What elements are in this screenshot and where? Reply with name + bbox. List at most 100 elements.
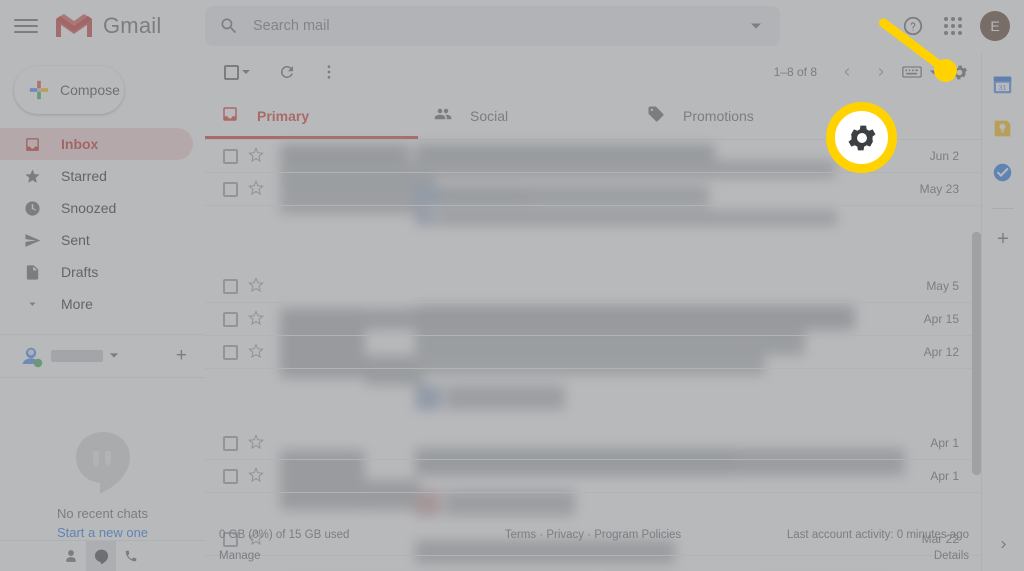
sidebar-item-label: More <box>61 296 93 312</box>
sidebar-item-starred[interactable]: Starred <box>0 160 193 192</box>
row-checkbox[interactable] <box>223 181 238 197</box>
mail-list-scrollbar[interactable] <box>972 232 981 475</box>
side-panel: 31 + <box>981 52 1024 571</box>
chevron-right-icon[interactable] <box>865 56 897 88</box>
tab-promotions[interactable]: Promotions <box>631 92 844 139</box>
tab-social[interactable]: Social <box>418 92 631 139</box>
manage-link[interactable]: Manage <box>219 550 349 562</box>
chat-bottom-bar <box>0 540 205 571</box>
row-checkbox[interactable] <box>223 435 238 451</box>
clock-icon <box>22 198 42 218</box>
chevron-down-icon[interactable] <box>242 70 250 74</box>
contacts-icon[interactable] <box>56 541 86 571</box>
mail-date: May 5 <box>926 279 959 293</box>
start-new-chat-link[interactable]: Start a new one <box>57 525 148 540</box>
chat-empty-title: No recent chats <box>56 506 149 521</box>
details-link[interactable]: Details <box>787 550 969 562</box>
star-icon[interactable] <box>248 467 266 485</box>
plus-icon <box>29 80 49 100</box>
compose-button[interactable]: Compose <box>14 66 124 114</box>
mail-date: Apr 1 <box>930 436 959 450</box>
table-row-spacer <box>205 493 981 523</box>
sidebar-item-snoozed[interactable]: Snoozed <box>0 192 193 224</box>
search-icon <box>219 16 239 36</box>
document-icon <box>22 262 42 282</box>
table-row[interactable]: Apr 1 <box>205 460 981 493</box>
inbox-icon <box>221 105 239 126</box>
mail-date: Apr 15 <box>923 312 959 326</box>
refresh-icon[interactable] <box>271 56 303 88</box>
hamburger-icon[interactable] <box>14 14 38 38</box>
mail-date: May 23 <box>919 182 959 196</box>
table-row[interactable]: May 5 <box>205 270 981 303</box>
gmail-screenshot: Gmail E <box>0 0 1024 571</box>
footer-links[interactable]: Terms · Privacy · Program Policies <box>505 529 681 541</box>
svg-text:31: 31 <box>999 85 1007 92</box>
chat-bubble-icon[interactable] <box>86 540 116 571</box>
sidebar-item-drafts[interactable]: Drafts <box>0 256 193 288</box>
more-vertical-icon[interactable] <box>313 56 345 88</box>
phone-icon[interactable] <box>116 541 146 571</box>
avatar[interactable]: E <box>980 11 1010 41</box>
row-checkbox[interactable] <box>223 344 238 360</box>
add-addon-icon[interactable]: + <box>997 229 1009 249</box>
star-icon[interactable] <box>248 147 266 165</box>
row-checkbox[interactable] <box>223 468 238 484</box>
table-row[interactable]: Apr 15 <box>205 303 981 336</box>
star-icon[interactable] <box>248 277 266 295</box>
expand-panel-icon[interactable] <box>996 537 1011 557</box>
tab-label: Social <box>470 107 509 124</box>
mail-list: Jun 2 May 23 May 5 Apr 15 Apr 12 Apr 1 A… <box>205 140 981 564</box>
sidebar-item-more[interactable]: More <box>0 288 193 320</box>
sidebar-item-label: Drafts <box>61 264 99 280</box>
tasks-icon[interactable] <box>992 162 1014 184</box>
account-name-redacted <box>51 350 103 362</box>
tag-icon <box>647 105 665 126</box>
table-row[interactable]: May 23 <box>205 173 981 206</box>
gmail-m-icon <box>56 14 92 37</box>
sidebar-item-inbox[interactable]: Inbox <box>0 128 193 160</box>
add-contact-icon[interactable]: + <box>176 345 187 367</box>
chevron-down-icon <box>22 294 42 314</box>
storage-text: 0 GB (0%) of 15 GB used <box>219 529 350 541</box>
send-icon <box>22 230 42 250</box>
chevron-left-icon[interactable] <box>831 56 863 88</box>
sidebar-item-sent[interactable]: Sent <box>0 224 193 256</box>
hangouts-icon <box>75 432 130 494</box>
callout-anchor-dot <box>934 59 957 82</box>
tab-primary[interactable]: Primary <box>205 92 418 139</box>
table-row[interactable]: Apr 12 <box>205 336 981 369</box>
star-icon[interactable] <box>248 434 266 452</box>
activity-text: Last account activity: 0 minutes ago <box>786 529 969 541</box>
page-count: 1–8 of 8 <box>773 65 817 79</box>
search-input[interactable] <box>253 18 744 34</box>
search-bar[interactable] <box>205 6 780 46</box>
rail-divider <box>992 208 1014 209</box>
star-icon[interactable] <box>248 180 266 198</box>
keyboard-icon[interactable] <box>899 56 925 88</box>
calendar-icon[interactable]: 31 <box>992 74 1014 96</box>
mail-date: Apr 1 <box>930 469 959 483</box>
star-icon[interactable] <box>248 343 266 361</box>
row-checkbox[interactable] <box>223 278 238 294</box>
gear-icon <box>848 125 875 150</box>
select-all-checkbox[interactable] <box>221 56 253 88</box>
gmail-logo[interactable]: Gmail <box>54 11 161 41</box>
sidebar: Compose Inbox Starred Snoozed Sent Draft… <box>0 52 205 571</box>
chevron-down-icon[interactable] <box>744 14 768 38</box>
star-icon[interactable] <box>248 310 266 328</box>
row-checkbox[interactable] <box>223 148 238 164</box>
toolbar-left <box>205 56 345 88</box>
table-row-spacer <box>205 369 981 427</box>
keep-icon[interactable] <box>992 118 1014 140</box>
sidebar-item-label: Snoozed <box>61 200 117 216</box>
callout-highlight-gear[interactable] <box>826 102 897 173</box>
apps-grid-icon[interactable] <box>940 13 966 39</box>
row-checkbox[interactable] <box>223 311 238 327</box>
hangouts-account-row[interactable]: + <box>0 334 205 378</box>
chevron-down-icon[interactable] <box>109 347 119 365</box>
people-icon <box>434 105 452 126</box>
gmail-app: Gmail E <box>0 0 1024 571</box>
mail-date: Jun 2 <box>929 149 959 163</box>
table-row[interactable]: Apr 1 <box>205 427 981 460</box>
